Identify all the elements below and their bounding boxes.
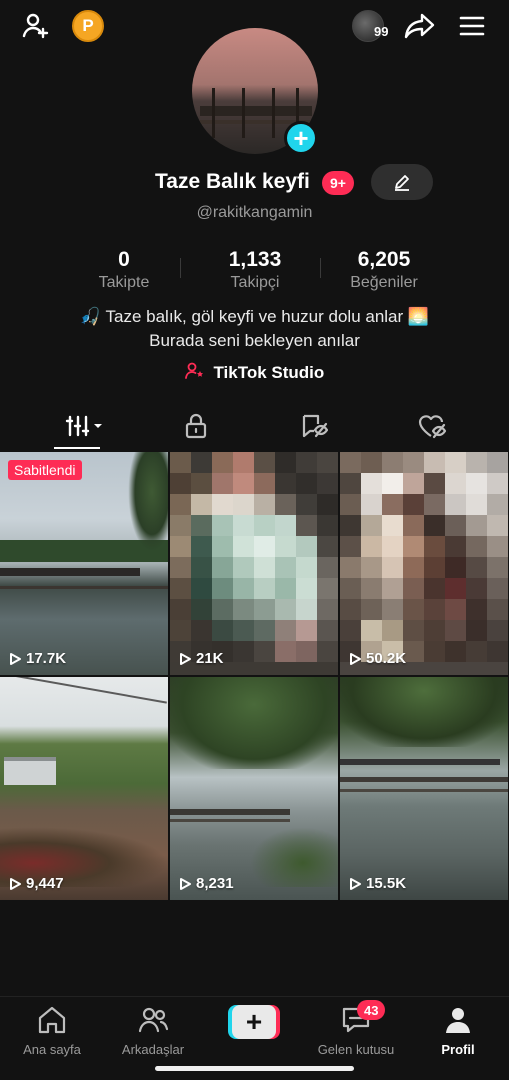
stat-likes[interactable]: 6,205 Beğeniler (319, 248, 449, 292)
play-icon (10, 652, 21, 665)
play-icon (350, 877, 361, 890)
grid-lines-icon (65, 415, 102, 437)
tab-liked[interactable] (368, 405, 495, 447)
profile-handle: @rakitkangamin (196, 204, 313, 221)
nav-profile[interactable]: Profil (408, 1005, 508, 1057)
active-tab-indicator (54, 447, 100, 449)
studio-person-icon (184, 362, 210, 382)
profile-name-row: Taze Balık keyfi 9+ (0, 164, 509, 200)
studio-link-label: TikTok Studio (213, 363, 325, 382)
play-icon (180, 652, 191, 665)
tab-videos[interactable] (20, 405, 147, 447)
play-icon (10, 877, 21, 890)
home-indicator[interactable] (155, 1066, 354, 1071)
plus-icon: + (232, 1005, 276, 1039)
play-icon (180, 877, 191, 890)
tab-reposts[interactable] (250, 405, 377, 447)
video-tile[interactable]: 21K (170, 452, 338, 675)
notification-badge[interactable]: 9+ (322, 171, 354, 195)
nav-friends[interactable]: Arkadaşlar (103, 1005, 203, 1057)
tab-private[interactable] (132, 405, 259, 447)
edit-profile-button[interactable] (371, 164, 433, 200)
menu-icon[interactable] (456, 10, 488, 42)
video-tile[interactable]: 8,231 (170, 677, 338, 900)
inbox-badge: 43 (357, 1000, 386, 1020)
profile-bio: 🎣 Taze balık, göl keyfi ve huzur dolu an… (0, 305, 509, 353)
tiktok-studio-link[interactable]: TikTok Studio (0, 362, 509, 383)
pinned-badge: Sabitlendi (8, 460, 82, 480)
coin-icon[interactable]: P (72, 10, 104, 42)
video-view-count: 17.7K (8, 650, 66, 667)
video-tile[interactable]: Sabitlendi 17.7K (0, 452, 168, 675)
video-tile[interactable]: 15.5K (340, 677, 508, 900)
add-friend-icon[interactable] (20, 10, 52, 42)
video-tile[interactable]: 9,447 (0, 677, 168, 900)
video-view-count: 8,231 (178, 875, 234, 892)
play-icon (350, 652, 361, 665)
nav-inbox[interactable]: Gelen kutusu (306, 1005, 406, 1057)
add-story-button[interactable]: + (284, 121, 318, 155)
friends-icon (138, 1007, 169, 1033)
create-button[interactable]: + (228, 1005, 280, 1039)
pencil-icon (395, 175, 409, 191)
video-tile[interactable]: 50.2K (340, 452, 508, 675)
account-badge-count: 99 (374, 24, 389, 39)
stat-following[interactable]: 0 Takipte (59, 248, 189, 292)
video-view-count: 21K (178, 650, 224, 667)
video-view-count: 15.5K (348, 875, 406, 892)
lock-icon (185, 413, 206, 439)
profile-tabs (0, 405, 509, 447)
hidden-repost-icon (302, 414, 328, 438)
profile-icon (446, 1008, 470, 1033)
stat-followers[interactable]: 1,133 Takipçi (190, 248, 320, 292)
video-view-count: 50.2K (348, 650, 406, 667)
video-view-count: 9,447 (8, 875, 64, 892)
bio-line-1: 🎣 Taze balık, göl keyfi ve huzur dolu an… (79, 307, 430, 326)
hidden-heart-icon (418, 415, 446, 439)
profile-name: Taze Balık keyfi (155, 170, 310, 193)
profile-stats: 0 Takipte 1,133 Takipçi 6,205 Beğeniler (0, 248, 509, 296)
home-icon (38, 1006, 66, 1034)
bio-line-2: Burada seni bekleyen anılar (149, 331, 360, 350)
share-icon[interactable] (404, 10, 436, 42)
nav-home[interactable]: Ana sayfa (2, 1005, 102, 1057)
